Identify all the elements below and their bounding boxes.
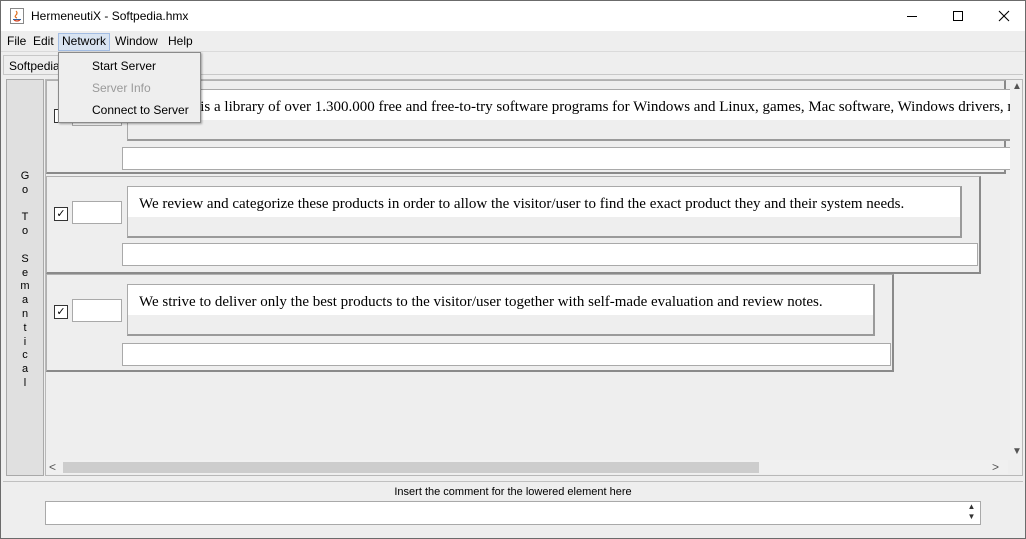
side-label-letter: t (23, 321, 27, 334)
side-label-letter: T (21, 211, 29, 224)
element-text-box[interactable]: Softpedia is a library of over 1.300.000… (127, 89, 1017, 141)
element-text: We strive to deliver only the best produ… (128, 285, 873, 315)
element-text-box[interactable]: We strive to deliver only the best produ… (127, 284, 875, 336)
element-panel: ✓ We review and categorize these product… (46, 176, 981, 274)
spin-down-icon[interactable]: ▼ (963, 512, 980, 522)
menu-item-start-server[interactable]: Start Server (92, 59, 156, 73)
element-text: Softpedia is a library of over 1.300.000… (128, 90, 1015, 120)
side-label-letter: m (20, 280, 30, 293)
scroll-up-icon[interactable]: ▲ (1012, 81, 1022, 92)
menu-window[interactable]: Window (112, 33, 161, 51)
vertical-scrollbar[interactable]: ▲ ▼ (1010, 80, 1022, 460)
menu-edit[interactable]: Edit (30, 33, 57, 51)
element-comment-field[interactable] (122, 243, 978, 266)
element-text-box[interactable]: We review and categorize these products … (127, 186, 962, 238)
horizontal-scroll-thumb[interactable] (63, 462, 759, 473)
side-label-letter: n (21, 307, 29, 320)
element-number-field[interactable] (72, 201, 122, 224)
element-checkbox[interactable]: ✓ (54, 305, 68, 319)
menu-help[interactable]: Help (165, 33, 196, 51)
title-bar: HermeneutiX - Softpedia.hmx (1, 1, 1025, 31)
comment-label: Insert the comment for the lowered eleme… (394, 486, 632, 498)
side-label-letter: a (21, 363, 29, 376)
element-checkbox[interactable]: ✓ (54, 207, 68, 221)
maximize-button[interactable] (935, 1, 981, 31)
element-panel: ✓ We strive to deliver only the best pro… (46, 274, 894, 372)
menu-item-server-info[interactable]: Server Info (92, 81, 151, 95)
maximize-icon (953, 11, 963, 21)
minimize-button[interactable] (889, 1, 935, 31)
minimize-icon (907, 16, 917, 17)
menu-bar: File Edit Network Window Help (1, 31, 1025, 52)
syntactical-scroll-pane: ✓ Softpedia is a library of over 1.300.0… (45, 79, 1023, 476)
close-button[interactable] (981, 1, 1025, 31)
horizontal-scrollbar[interactable]: < > (46, 460, 1008, 474)
side-label-letter (7, 239, 43, 253)
go-to-semantical-label: GoToSemantical (7, 170, 43, 391)
side-label-letter (7, 198, 43, 212)
scroll-left-icon[interactable]: < (49, 460, 56, 474)
side-label-letter: e (21, 266, 29, 279)
side-label-letter: S (21, 252, 29, 265)
side-label-letter: c (22, 349, 28, 362)
window-title: HermeneutiX - Softpedia.hmx (31, 9, 189, 23)
tab-softpedia[interactable]: Softpedia.hmx (3, 55, 61, 75)
comment-input[interactable] (45, 501, 981, 525)
bottom-divider (3, 481, 1023, 482)
side-label-letter: o (21, 225, 29, 238)
element-text: We review and categorize these products … (128, 187, 960, 217)
side-label-letter: o (21, 183, 29, 196)
menu-network[interactable]: Network (58, 33, 111, 51)
close-icon (998, 10, 1010, 22)
spin-up-icon[interactable]: ▲ (963, 502, 980, 512)
go-to-semantical-button[interactable]: GoToSemantical (6, 79, 44, 476)
menu-item-connect-to-server[interactable]: Connect to Server (92, 103, 189, 117)
side-label-letter: i (23, 335, 27, 348)
main-window: HermeneutiX - Softpedia.hmx File Edit Ne… (0, 0, 1026, 539)
comment-spinner[interactable]: ▲ ▼ (963, 502, 980, 524)
side-label-letter: a (21, 294, 29, 307)
element-number-field[interactable] (72, 299, 122, 322)
side-label-letter: l (23, 376, 27, 389)
scroll-right-icon[interactable]: > (992, 460, 999, 474)
menu-file[interactable]: File (4, 33, 29, 51)
element-comment-field[interactable] (122, 343, 891, 366)
network-menu-dropdown: Start Server Server Info Connect to Serv… (58, 52, 201, 123)
scroll-down-icon[interactable]: ▼ (1012, 446, 1022, 457)
element-comment-field[interactable] (122, 147, 1012, 170)
side-label-letter: G (20, 170, 30, 182)
java-app-icon (10, 8, 24, 24)
